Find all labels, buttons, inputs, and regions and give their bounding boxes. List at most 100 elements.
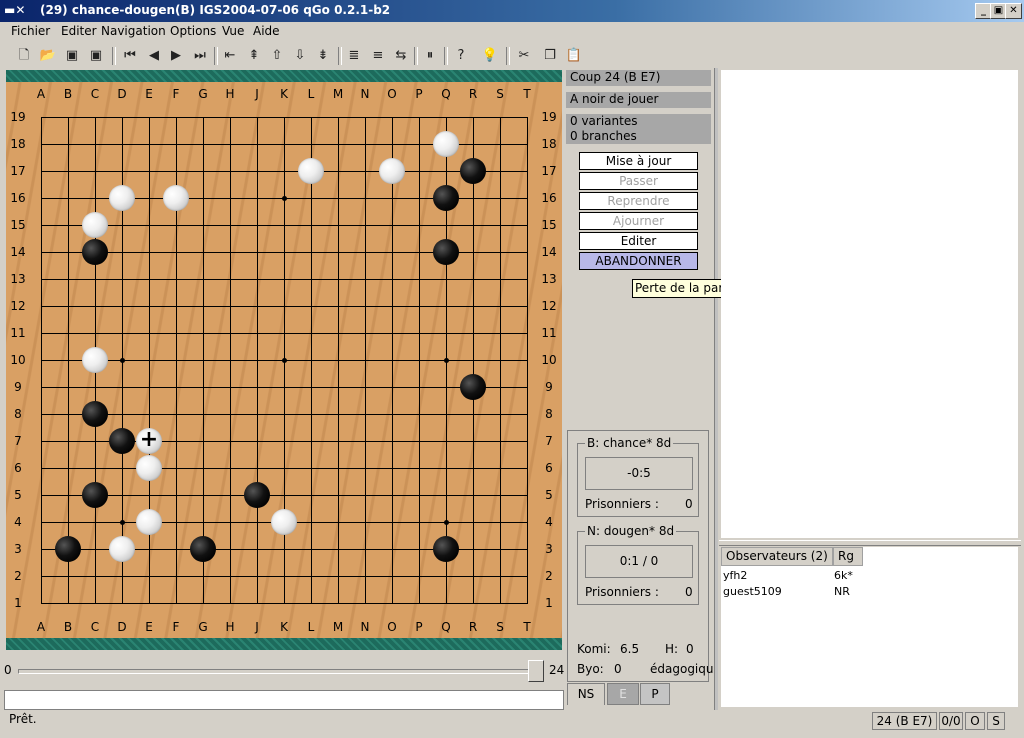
black-prisoners-label: Prisonniers :	[585, 585, 659, 599]
paste-icon[interactable]: 📋	[564, 46, 584, 66]
white-stone[interactable]	[109, 536, 135, 562]
adjourn-button[interactable]: Ajourner	[579, 212, 698, 230]
down-variation-icon[interactable]: ⇩	[290, 46, 310, 66]
whats-this-icon[interactable]: ?	[451, 46, 471, 66]
status-captures: 0/0	[939, 712, 963, 730]
save-icon[interactable]: ▣	[62, 46, 82, 66]
observer-name[interactable]: guest5109	[723, 585, 782, 598]
black-stone[interactable]	[433, 239, 459, 265]
grid-line-horizontal	[41, 603, 528, 604]
comment-area[interactable]	[721, 70, 1018, 538]
star-point	[282, 196, 287, 201]
main-branch-icon[interactable]: ⇞	[244, 46, 264, 66]
next-branch-icon[interactable]: ⇟	[313, 46, 333, 66]
grid-line-vertical	[338, 117, 339, 604]
next-comment-icon[interactable]: ≡	[368, 46, 388, 66]
up-variation-icon[interactable]: ⇧	[267, 46, 287, 66]
title-bar: ▬✕ (29) chance-dougen(B) IGS2004-07-06 q…	[0, 0, 1024, 22]
observers-header-rank[interactable]: Rg	[833, 547, 863, 566]
app-icon[interactable]: ▬✕	[4, 3, 25, 17]
previous-move-icon[interactable]: ◀	[144, 46, 164, 66]
black-stone[interactable]	[109, 428, 135, 454]
board-bottom-border	[6, 638, 562, 650]
menu-editer[interactable]: Editer	[61, 24, 97, 38]
black-stone[interactable]	[433, 185, 459, 211]
move-info: Coup 24 (B E7)	[566, 70, 711, 86]
edit-button[interactable]: Editer	[579, 232, 698, 250]
open-folder-icon[interactable]: 📂	[38, 46, 58, 66]
tab-ns[interactable]: NS	[567, 683, 605, 705]
white-stone[interactable]	[136, 509, 162, 535]
black-stone[interactable]	[55, 536, 81, 562]
last-move-icon[interactable]: ⏭	[190, 46, 210, 66]
slider-max-label: 24	[549, 663, 565, 677]
row-label: 15	[541, 218, 557, 232]
white-stone[interactable]	[271, 509, 297, 535]
go-board[interactable]: A A B B C C D D E E F F G G H H J J K K L L M M N N O O P P Q Q R R S S T T 19…	[6, 70, 562, 650]
close-icon[interactable]: ✕	[1005, 3, 1022, 19]
column-label: O	[387, 620, 397, 634]
white-stone[interactable]	[433, 131, 459, 157]
white-stone[interactable]	[379, 158, 405, 184]
previous-variation-icon[interactable]: ⇤	[220, 46, 240, 66]
white-stone[interactable]	[163, 185, 189, 211]
white-stone[interactable]	[82, 347, 108, 373]
pause-icon[interactable]: ⏸	[420, 46, 440, 66]
black-stone[interactable]	[460, 158, 486, 184]
hint-icon[interactable]: 💡	[480, 46, 500, 66]
save-as-icon[interactable]: ▣	[86, 46, 106, 66]
row-label: 10	[541, 353, 557, 367]
column-label: Q	[441, 87, 451, 101]
star-point	[282, 358, 287, 363]
undo-button[interactable]: Reprendre	[579, 192, 698, 210]
menu-aide[interactable]: Aide	[253, 24, 280, 38]
grid-line-vertical	[473, 117, 474, 604]
cut-icon[interactable]: ✂	[514, 46, 534, 66]
star-point	[120, 520, 125, 525]
white-stone[interactable]	[298, 158, 324, 184]
previous-comment-icon[interactable]: ≣	[344, 46, 364, 66]
column-label: D	[117, 620, 127, 634]
star-point	[444, 520, 449, 525]
white-stone[interactable]	[136, 455, 162, 481]
black-stone[interactable]	[82, 401, 108, 427]
move-slider[interactable]: 0 24	[0, 658, 564, 684]
observers-header-name[interactable]: Observateurs (2)	[721, 547, 833, 566]
horizontal-splitter[interactable]	[719, 540, 1021, 546]
black-stone[interactable]	[433, 536, 459, 562]
new-file-icon[interactable]: 🗋	[14, 46, 34, 66]
tab-e[interactable]: E	[607, 683, 639, 705]
next-move-icon[interactable]: ▶	[166, 46, 186, 66]
menu-fichier[interactable]: Fichier	[11, 24, 50, 38]
menu-options[interactable]: Options	[170, 24, 216, 38]
black-stone[interactable]	[82, 239, 108, 265]
board-top-border	[6, 70, 562, 82]
slider-track[interactable]	[18, 669, 542, 674]
observers-list[interactable]: Observateurs (2) Rg yfh2 6k* guest5109 N…	[721, 547, 1018, 707]
black-stone[interactable]	[244, 482, 270, 508]
copy-icon[interactable]: ❐	[540, 46, 560, 66]
slider-handle[interactable]	[528, 660, 544, 682]
swap-icon[interactable]: ⇆	[391, 46, 411, 66]
white-prisoners-label: Prisonniers :	[585, 497, 659, 511]
grid-line-horizontal	[41, 495, 528, 496]
update-button[interactable]: Mise à jour	[579, 152, 698, 170]
tab-p[interactable]: P	[640, 683, 670, 705]
white-stone[interactable]	[82, 212, 108, 238]
row-label: 7	[545, 434, 553, 448]
black-stone[interactable]	[82, 482, 108, 508]
row-label: 4	[545, 515, 553, 529]
column-label: R	[468, 87, 478, 101]
panel-splitter[interactable]	[714, 68, 718, 710]
menu-navigation[interactable]: Navigation	[101, 24, 166, 38]
white-stone[interactable]	[109, 185, 135, 211]
variants-count: 0 variantes	[570, 114, 638, 128]
observer-name[interactable]: yfh2	[723, 569, 747, 582]
pass-button[interactable]: Passer	[579, 172, 698, 190]
resign-button[interactable]: ABANDONNER	[579, 252, 698, 270]
black-stone[interactable]	[460, 374, 486, 400]
first-move-icon[interactable]: ⏮	[120, 46, 140, 66]
black-stone[interactable]	[190, 536, 216, 562]
menu-vue[interactable]: Vue	[222, 24, 244, 38]
column-label: L	[307, 620, 315, 634]
